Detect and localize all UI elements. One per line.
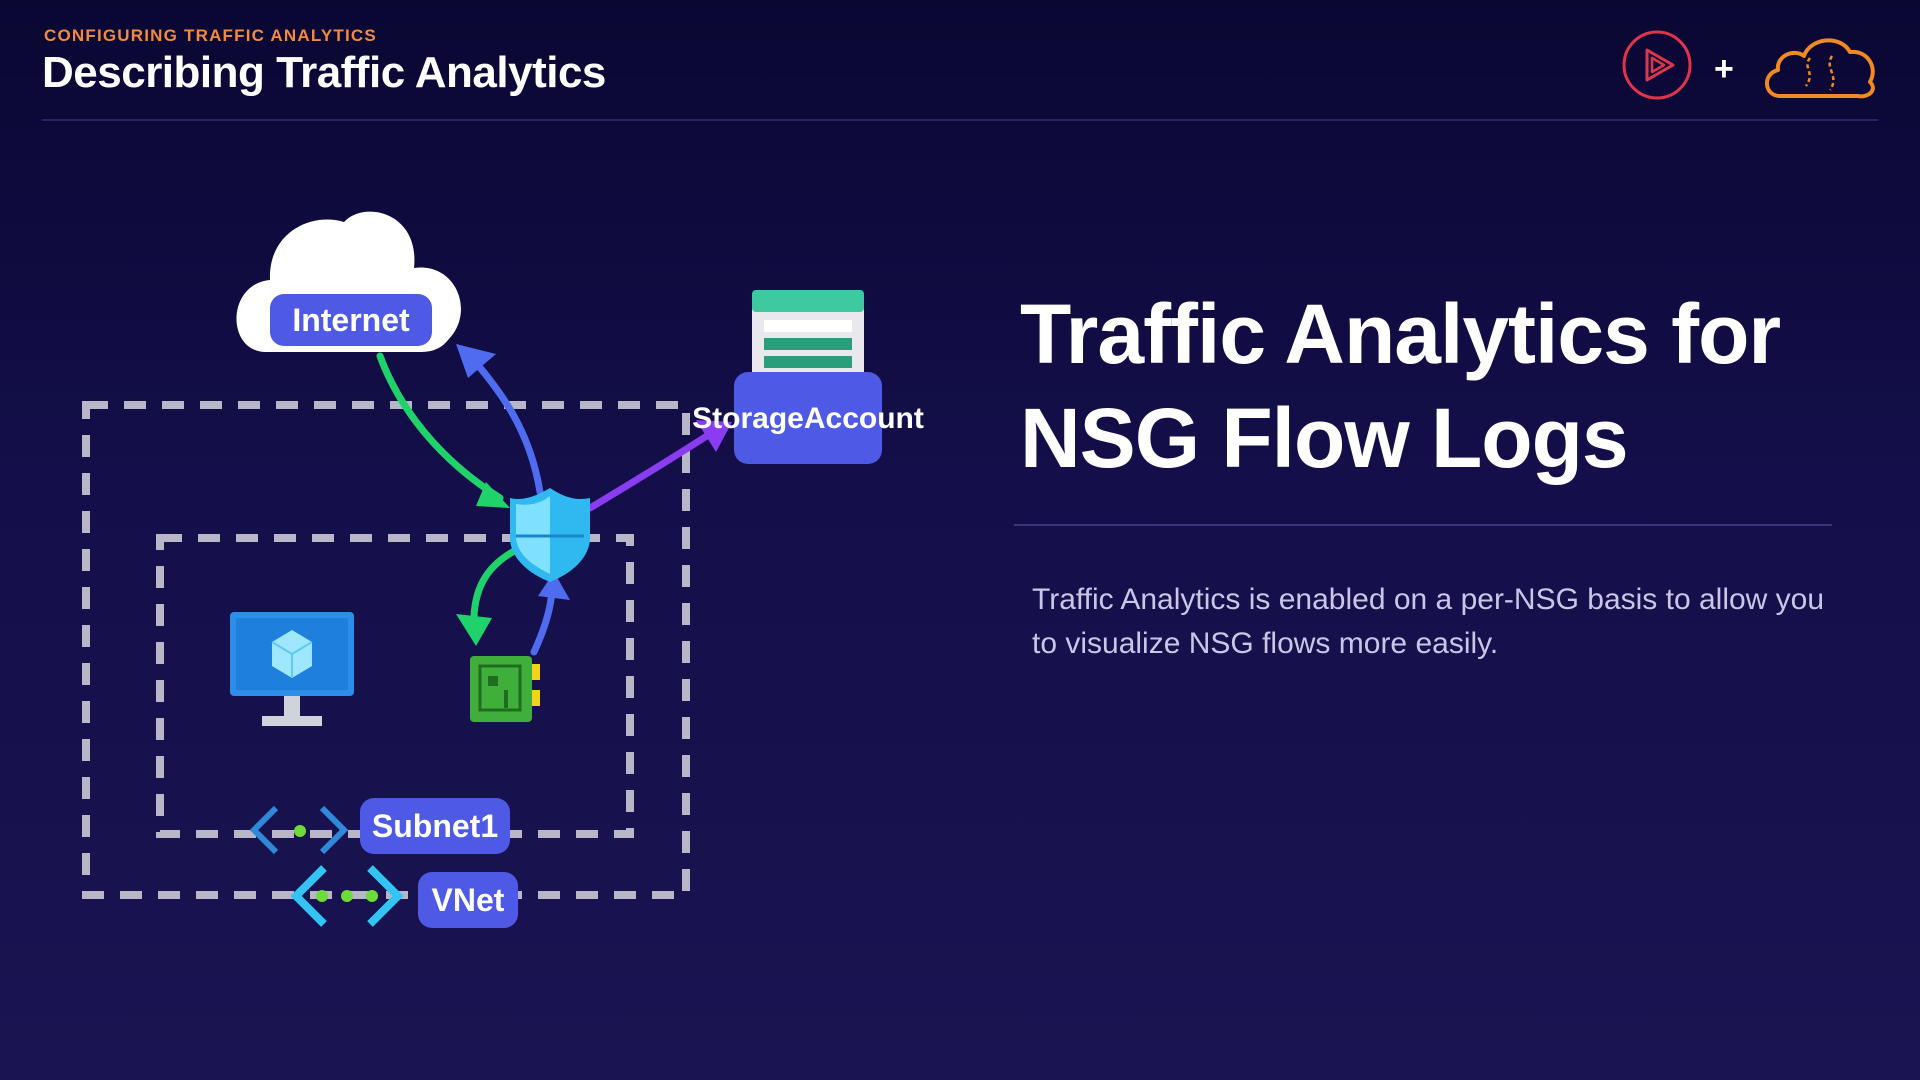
nic-icon [470,656,540,722]
monitor-icon [230,612,354,726]
slide-title: Traffic Analytics for NSG Flow Logs [1020,287,1781,485]
storage-account-label: Storage Account [692,372,924,464]
storage-label-line1: Storage [692,401,804,435]
slide-description: Traffic Analytics is enabled on a per-NS… [1032,583,1825,660]
arrow-nsg-to-storage [586,426,720,512]
shield-icon [510,488,590,582]
internet-label: Internet [270,294,432,346]
title-divider [1014,524,1832,526]
storage-icon [752,290,864,380]
storage-label-line2: Account [803,401,924,435]
arrow-internet-to-nsg [376,352,504,502]
vnet-label: VNet [418,872,518,928]
network-diagram [82,211,864,927]
subnet-label: Subnet1 [360,798,510,854]
arrow-nsg-to-internet [466,352,544,496]
